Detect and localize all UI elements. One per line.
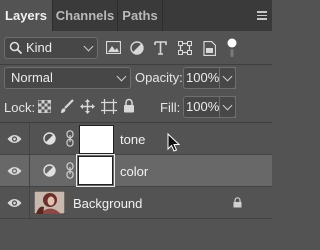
column-divider xyxy=(29,123,30,155)
layer-mask-thumbnail[interactable] xyxy=(79,125,114,154)
filter-kind-select[interactable]: Kind xyxy=(4,37,98,59)
layer-name[interactable]: Background xyxy=(73,196,142,211)
visibility-toggle[interactable] xyxy=(0,123,29,155)
opacity-dropdown[interactable] xyxy=(219,67,236,89)
link-chain-icon[interactable] xyxy=(66,130,74,147)
fill-label: Fill: xyxy=(160,100,181,115)
blend-mode-value: Normal xyxy=(11,70,53,85)
lock-image-icon[interactable] xyxy=(60,99,74,114)
image-filter-icon[interactable] xyxy=(106,41,121,54)
layer-mask-thumbnail[interactable] xyxy=(76,154,115,187)
fill-value: 100% xyxy=(186,99,220,114)
tab-layers[interactable]: Layers xyxy=(0,0,52,31)
filter-toggle-icon[interactable] xyxy=(227,38,237,58)
tab-divider xyxy=(162,0,163,31)
chevron-down-icon xyxy=(222,71,233,82)
tab-paths[interactable]: Paths xyxy=(118,0,162,31)
lock-transparent-icon[interactable] xyxy=(38,100,51,113)
smart-object-filter-icon[interactable] xyxy=(203,41,216,56)
fill-dropdown[interactable] xyxy=(219,96,236,118)
panel-menu-icon[interactable] xyxy=(257,11,267,20)
opacity-label: Opacity: xyxy=(135,70,183,85)
tab-channels[interactable]: Channels xyxy=(53,0,117,31)
adjustment-layer-icon xyxy=(43,164,56,177)
search-icon xyxy=(9,41,23,55)
adjustment-filter-icon[interactable] xyxy=(130,41,144,55)
chevron-down-icon xyxy=(116,71,127,82)
column-divider xyxy=(29,155,30,187)
lock-icon xyxy=(233,197,242,208)
visibility-toggle[interactable] xyxy=(0,187,29,219)
mouse-cursor-icon xyxy=(167,133,180,152)
eye-icon xyxy=(7,167,22,175)
layer-name[interactable]: tone xyxy=(120,132,145,147)
type-filter-icon[interactable] xyxy=(154,41,167,55)
layer-image-thumbnail[interactable] xyxy=(34,191,65,214)
adjustment-layer-icon xyxy=(43,132,56,145)
chevron-down-icon xyxy=(83,41,94,52)
filter-kind-label: Kind xyxy=(26,40,53,55)
visibility-toggle[interactable] xyxy=(0,155,29,187)
panel-tab-bar: Layers Channels Paths xyxy=(0,0,272,31)
lock-all-icon[interactable] xyxy=(123,98,135,113)
layer-row-color[interactable]: color xyxy=(0,154,272,187)
layer-row-background[interactable]: Background xyxy=(0,187,272,219)
eye-icon xyxy=(7,199,22,207)
eye-icon xyxy=(7,135,22,143)
filter-row: Kind xyxy=(0,31,272,64)
layer-name[interactable]: color xyxy=(120,164,148,179)
shape-filter-icon[interactable] xyxy=(178,41,192,55)
chevron-down-icon xyxy=(222,100,233,111)
blend-mode-select[interactable]: Normal xyxy=(4,67,131,89)
lock-label: Lock: xyxy=(4,100,36,115)
column-divider xyxy=(29,187,30,219)
lock-position-icon[interactable] xyxy=(80,99,95,114)
layer-row-tone[interactable]: tone xyxy=(0,123,272,155)
blend-row: Normal Opacity: 100% xyxy=(0,65,272,91)
link-chain-icon[interactable] xyxy=(66,162,74,179)
lock-row: Lock: Fill: 100% xyxy=(0,93,272,121)
lock-artboard-icon[interactable] xyxy=(101,99,117,114)
opacity-value: 100% xyxy=(186,70,220,85)
